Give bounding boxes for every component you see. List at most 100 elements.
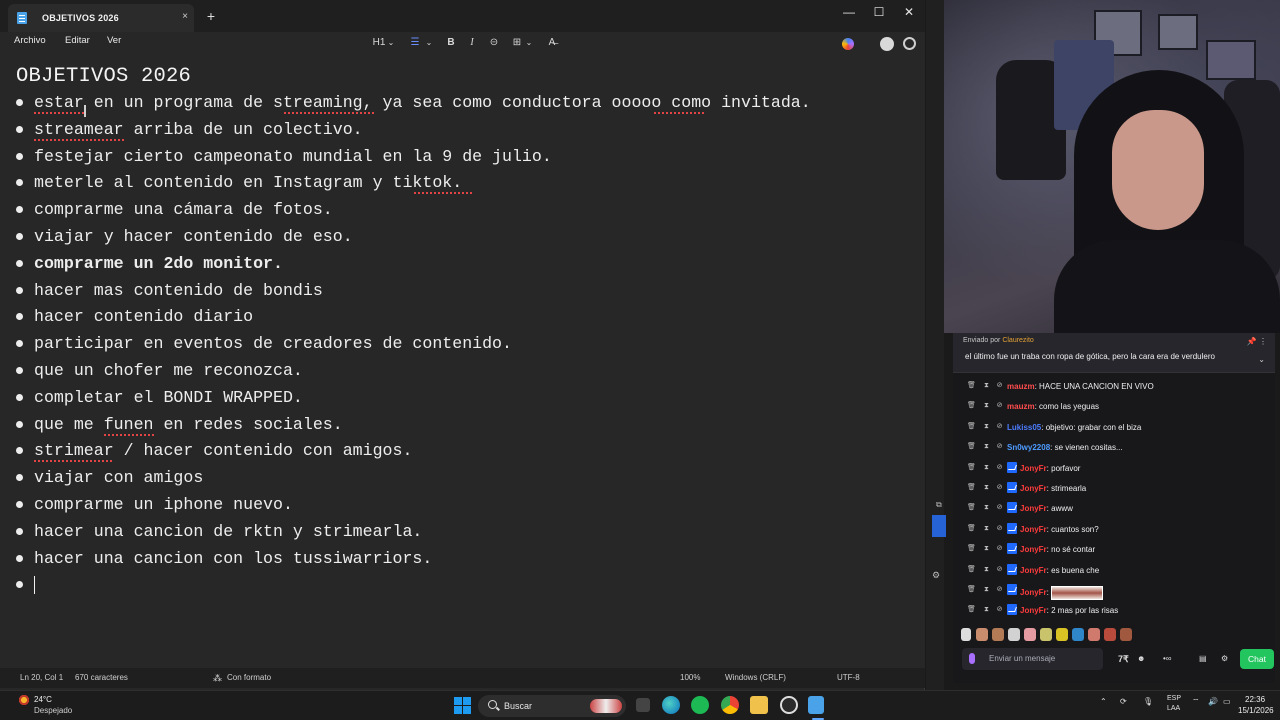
emote-icon[interactable] — [1056, 628, 1068, 641]
ban-icon[interactable]: ⊘ — [996, 566, 1003, 574]
pinned-user[interactable]: Claurezito — [1002, 337, 1034, 344]
emote-icon[interactable] — [1088, 628, 1100, 641]
tray-mic-icon[interactable]: 🎙 — [1143, 697, 1153, 706]
ban-icon[interactable]: ⊘ — [996, 443, 1003, 451]
menu-ver[interactable]: Ver — [107, 35, 121, 46]
ban-icon[interactable]: ⊘ — [996, 484, 1003, 492]
list-icon[interactable]: ☰ — [408, 34, 422, 52]
close-window-button[interactable]: ✕ — [895, 2, 923, 22]
chat-username[interactable]: JonyFr — [1020, 484, 1047, 493]
edge-icon[interactable] — [662, 696, 680, 714]
trash-icon[interactable]: 🗑 — [967, 504, 976, 512]
timeout-icon[interactable]: ⧗ — [983, 423, 990, 431]
weather-sun-icon[interactable] — [18, 694, 30, 706]
list-item[interactable]: viajar y hacer contenido de eso. — [0, 227, 920, 249]
points-icon[interactable]: •∞ — [1163, 654, 1172, 663]
encoding[interactable]: UTF-8 — [837, 673, 860, 682]
taskbar-search[interactable]: Buscar — [478, 695, 626, 717]
gift-icon[interactable]: ▤ — [1199, 654, 1207, 663]
line-endings[interactable]: Windows (CRLF) — [725, 673, 786, 682]
tab-objetivos[interactable]: OBJETIVOS 2026 × — [8, 4, 194, 32]
trash-icon[interactable]: 🗑 — [967, 382, 976, 390]
language-indicator[interactable]: ESP — [1167, 695, 1181, 702]
chat-username[interactable]: JonyFr — [1020, 504, 1047, 513]
list-item[interactable]: que me funen en redes sociales. — [0, 415, 920, 437]
obs-icon[interactable] — [780, 696, 798, 714]
chat-username[interactable]: mauzm — [1007, 382, 1035, 391]
chat-username[interactable]: JonyFr — [1020, 566, 1047, 575]
bits-icon[interactable]: 7₹ — [1118, 654, 1129, 665]
ban-icon[interactable]: ⊘ — [996, 525, 1003, 533]
list-item[interactable]: hacer mas contenido de bondis — [0, 281, 920, 303]
list-item[interactable]: viajar con amigos — [0, 468, 920, 490]
ban-icon[interactable]: ⊘ — [996, 545, 1003, 553]
chat-message[interactable]: 🗑 ⧗ ⊘ JonyFr: es buena che — [953, 562, 1275, 580]
task-view-icon[interactable] — [636, 698, 650, 712]
timeout-icon[interactable]: ⧗ — [983, 525, 990, 533]
start-windows-icon[interactable] — [454, 697, 471, 714]
notepad-taskbar-icon[interactable] — [808, 696, 824, 714]
bold-button[interactable]: B — [445, 34, 457, 52]
tray-sync-icon[interactable]: ⟳ — [1120, 697, 1127, 706]
list-item[interactable]: que un chofer me reconozca. — [0, 361, 920, 383]
ban-icon[interactable]: ⊘ — [996, 464, 1003, 472]
list-item[interactable]: estar en un programa de streaming, ya se… — [0, 93, 920, 115]
chat-message[interactable]: 🗑 ⧗ ⊘ mauzm: HACE UNA CANCION EN VIVO — [953, 378, 1275, 396]
list-item[interactable]: completar el BONDI WRAPPED. — [0, 388, 920, 410]
pin-icon[interactable]: 📌 ⋮ — [1247, 337, 1267, 346]
list-item[interactable]: hacer una cancion con los tussiwarriors. — [0, 549, 920, 571]
trash-icon[interactable]: 🗑 — [967, 443, 976, 451]
list-item[interactable]: meterle al contenido en Instagram y tikt… — [0, 173, 920, 195]
table-chevron-icon[interactable]: ⌄ — [525, 34, 533, 52]
chat-username[interactable]: JonyFr — [1020, 464, 1047, 473]
copilot-icon[interactable] — [842, 38, 854, 50]
zoom-level[interactable]: 100% — [680, 673, 700, 682]
table-icon[interactable]: ⊞ — [510, 34, 524, 52]
chat-settings-icon[interactable]: ⚙ — [1221, 654, 1228, 663]
emote-icon[interactable] — [961, 628, 971, 641]
list-item[interactable]: comprarme un iphone nuevo. — [0, 495, 920, 517]
list-item[interactable]: strimear / hacer contenido con amigos. — [0, 441, 920, 463]
clear-formatting-icon[interactable]: A̶ — [545, 34, 559, 52]
chat-message[interactable]: 🗑 ⧗ ⊘ JonyFr: — [953, 582, 1275, 600]
chat-username[interactable]: mauzm — [1007, 402, 1035, 411]
spotify-icon[interactable] — [691, 696, 709, 714]
clock-date[interactable]: 15/1/2026 — [1238, 706, 1274, 715]
volume-icon[interactable]: 🔊 — [1208, 697, 1218, 706]
popout-icon[interactable]: ⧉ — [936, 500, 942, 510]
timeout-icon[interactable]: ⧗ — [983, 443, 990, 451]
list-item[interactable]: participar en eventos de creadores de co… — [0, 334, 920, 356]
chat-username[interactable]: Sn0wy2208 — [1007, 443, 1050, 452]
timeout-icon[interactable]: ⧗ — [983, 545, 990, 553]
heading-dropdown[interactable]: H1 — [371, 34, 387, 52]
emote-icon[interactable] — [1120, 628, 1132, 641]
list-item[interactable]: streamear arriba de un colectivo. — [0, 120, 920, 142]
document-editor[interactable]: OBJETIVOS 2026 estar en un programa de s… — [0, 56, 925, 668]
timeout-icon[interactable]: ⧗ — [983, 606, 990, 614]
ban-icon[interactable]: ⊘ — [996, 586, 1003, 594]
timeout-icon[interactable]: ⧗ — [983, 402, 990, 410]
trash-icon[interactable]: 🗑 — [967, 525, 976, 533]
keyboard-layout[interactable]: LAA — [1167, 705, 1180, 712]
mic-icon[interactable] — [969, 653, 975, 664]
timeout-icon[interactable]: ⧗ — [983, 504, 990, 512]
chat-username[interactable]: JonyFr — [1020, 606, 1047, 615]
heading-chevron-icon[interactable]: ⌄ — [387, 34, 395, 52]
emoji-icon[interactable]: ☻ — [1137, 654, 1145, 663]
timeout-icon[interactable]: ⧗ — [983, 484, 990, 492]
list-item[interactable]: hacer contenido diario — [0, 307, 920, 329]
list-chevron-icon[interactable]: ⌄ — [425, 34, 433, 52]
italic-button[interactable]: I — [466, 34, 478, 52]
ban-icon[interactable]: ⊘ — [996, 402, 1003, 410]
trash-icon[interactable]: 🗑 — [967, 545, 976, 553]
chat-message[interactable]: 🗑 ⧗ ⊘ JonyFr: strimearla — [953, 480, 1275, 498]
tab-close-button[interactable]: × — [178, 10, 192, 24]
side-scroll-thumb[interactable] — [932, 515, 946, 537]
trash-icon[interactable]: 🗑 — [967, 464, 976, 472]
trash-icon[interactable]: 🗑 — [967, 606, 976, 614]
chat-message[interactable]: 🗑 ⧗ ⊘ JonyFr: porfavor — [953, 460, 1275, 478]
trash-icon[interactable]: 🗑 — [967, 566, 976, 574]
tray-overflow-icon[interactable]: ⌃ — [1100, 697, 1107, 706]
timeout-icon[interactable]: ⧗ — [983, 586, 990, 594]
pinned-message[interactable]: Enviado por Claurezito 📌 ⋮ el último fue… — [953, 333, 1275, 373]
